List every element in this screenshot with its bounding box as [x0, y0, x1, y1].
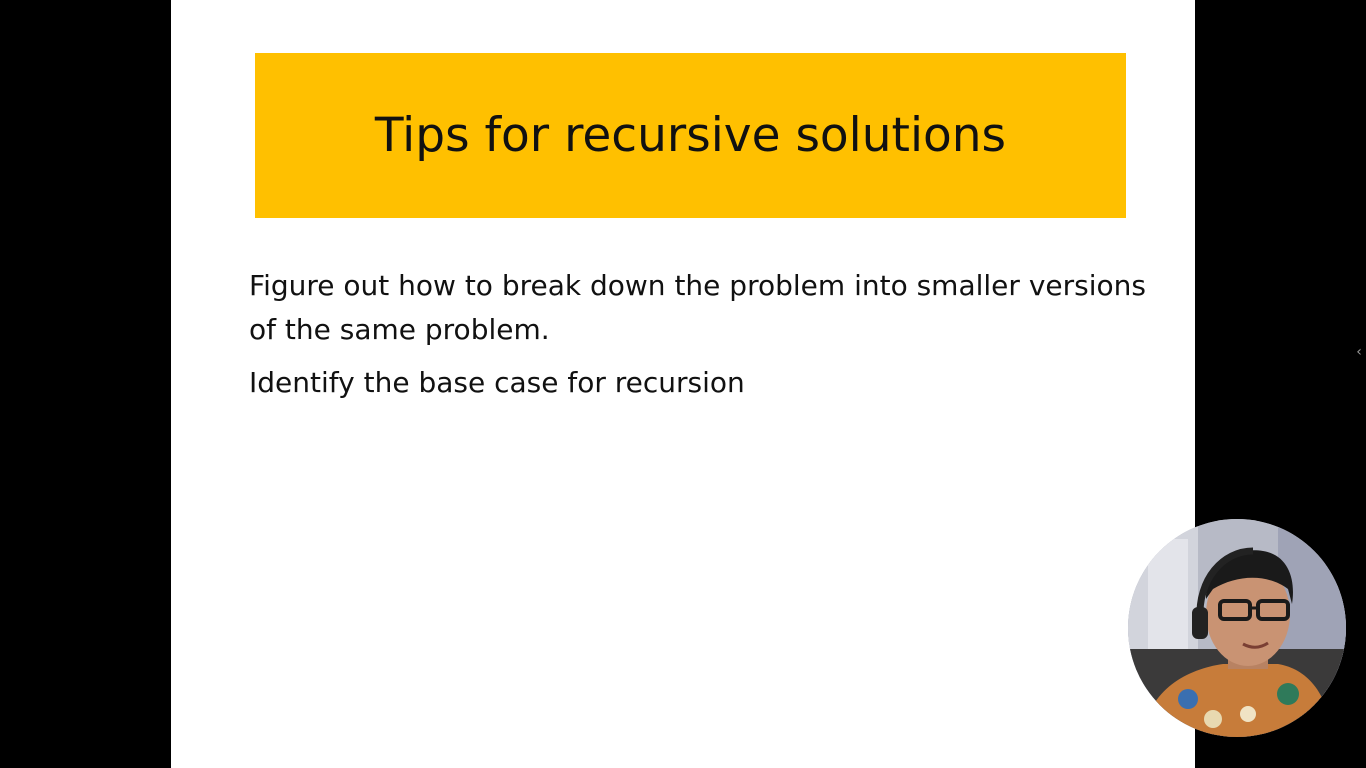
- presentation-slide: Tips for recursive solutions Figure out …: [171, 0, 1195, 768]
- chevron-left-icon[interactable]: ‹: [1352, 342, 1366, 362]
- slide-title-bar: Tips for recursive solutions: [255, 53, 1126, 218]
- screen: Tips for recursive solutions Figure out …: [0, 0, 1366, 768]
- presenter-webcam: [1128, 519, 1346, 737]
- slide-paragraph-1: Figure out how to break down the problem…: [249, 269, 1146, 346]
- slide-title: Tips for recursive solutions: [374, 108, 1007, 163]
- slide-body: Figure out how to break down the problem…: [249, 264, 1149, 414]
- slide-paragraph-2: Identify the base case for recursion: [249, 366, 745, 399]
- webcam-image: [1128, 519, 1346, 737]
